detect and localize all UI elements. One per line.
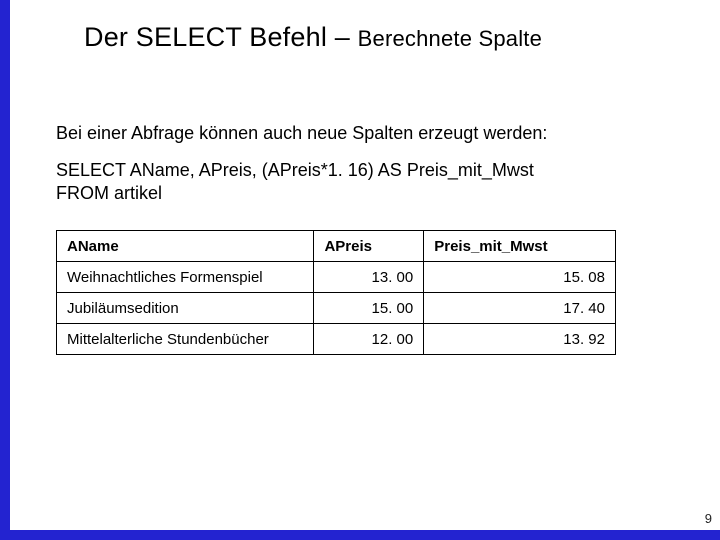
cell-aname: Weihnachtliches Formenspiel: [57, 262, 314, 293]
intro-text: Bei einer Abfrage können auch neue Spalt…: [56, 121, 674, 145]
col-header-aname: AName: [57, 231, 314, 262]
sql-line-2: FROM artikel: [56, 182, 674, 205]
cell-apreis: 12. 00: [314, 324, 424, 355]
sql-statement: SELECT AName, APreis, (APreis*1. 16) AS …: [56, 159, 674, 204]
title-bar: Der SELECT Befehl – Berechnete Spalte: [10, 22, 720, 53]
result-table: AName APreis Preis_mit_Mwst Weihnachtlic…: [56, 230, 616, 355]
col-header-preis-mwst: Preis_mit_Mwst: [424, 231, 616, 262]
page-number: 9: [705, 511, 712, 526]
cell-apreis: 13. 00: [314, 262, 424, 293]
table-row: Mittelalterliche Stundenbücher 12. 00 13…: [57, 324, 616, 355]
slide: Der SELECT Befehl – Berechnete Spalte Be…: [10, 0, 720, 530]
cell-preis-mwst: 17. 40: [424, 293, 616, 324]
col-header-apreis: APreis: [314, 231, 424, 262]
cell-preis-mwst: 15. 08: [424, 262, 616, 293]
title-main: Der SELECT Befehl –: [84, 22, 358, 52]
title-sub: Berechnete Spalte: [358, 26, 542, 51]
cell-aname: Jubiläumsedition: [57, 293, 314, 324]
cell-preis-mwst: 13. 92: [424, 324, 616, 355]
cell-aname: Mittelalterliche Stundenbücher: [57, 324, 314, 355]
cell-apreis: 15. 00: [314, 293, 424, 324]
table-header-row: AName APreis Preis_mit_Mwst: [57, 231, 616, 262]
slide-title: Der SELECT Befehl – Berechnete Spalte: [84, 22, 542, 52]
slide-body: Bei einer Abfrage können auch neue Spalt…: [10, 53, 720, 355]
table-row: Jubiläumsedition 15. 00 17. 40: [57, 293, 616, 324]
table-row: Weihnachtliches Formenspiel 13. 00 15. 0…: [57, 262, 616, 293]
sql-line-1: SELECT AName, APreis, (APreis*1. 16) AS …: [56, 159, 674, 182]
